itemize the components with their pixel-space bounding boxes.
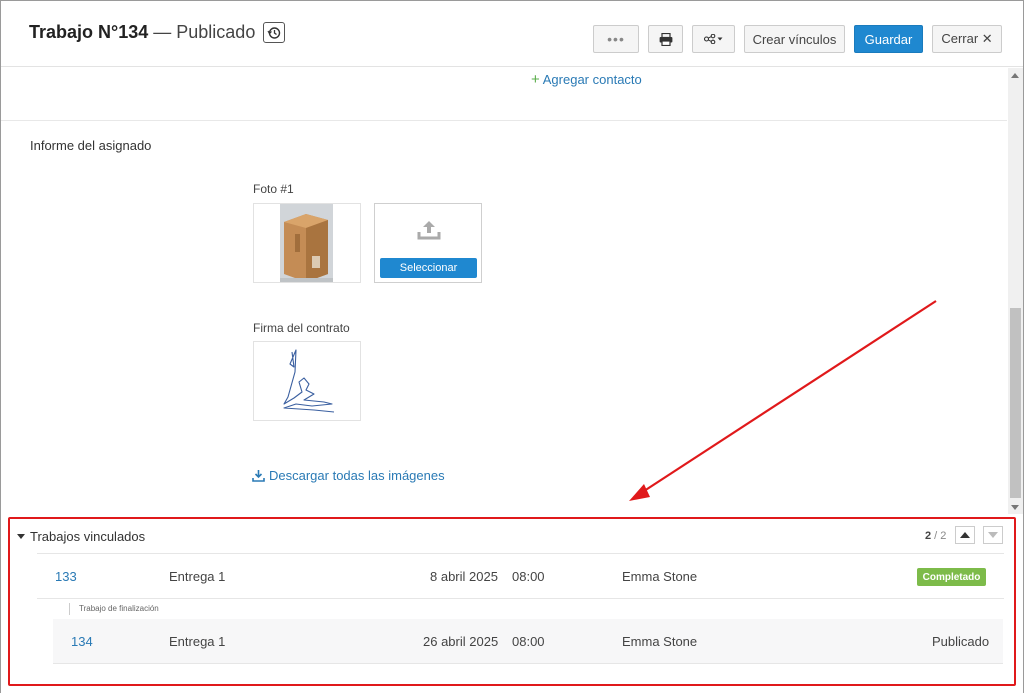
job-window: Trabajo N°134 — Publicado ••• Crear vínc… — [0, 0, 1024, 693]
annotation-arrow-icon — [629, 300, 937, 501]
